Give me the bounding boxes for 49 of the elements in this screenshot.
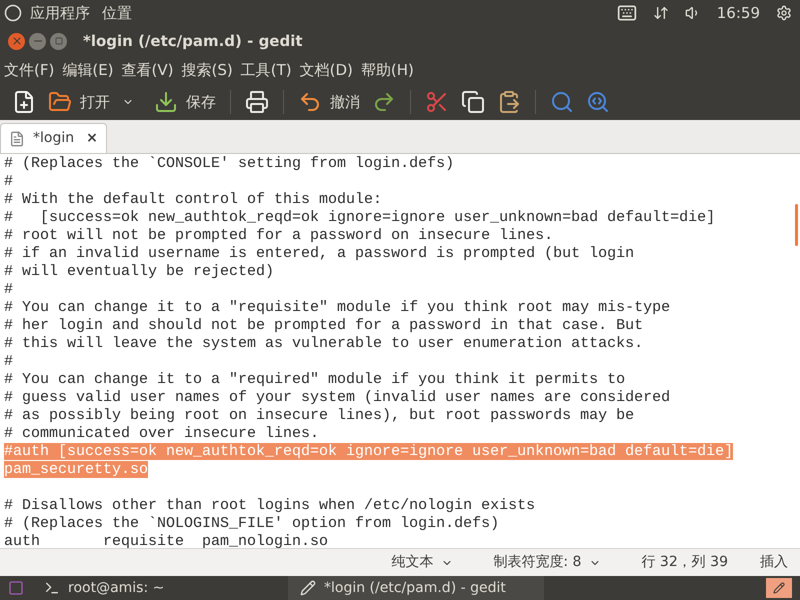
language-dropdown[interactable]: 纯文本	[391, 552, 454, 573]
new-file-icon	[12, 90, 36, 114]
settings-icon[interactable]	[776, 5, 792, 21]
document-tab[interactable]: *login ×	[0, 123, 107, 153]
close-button[interactable]	[8, 32, 25, 50]
workspace-icon[interactable]	[8, 580, 24, 596]
menu-item[interactable]: 帮助(H)	[360, 58, 414, 82]
menu-item[interactable]: 文件(F)	[4, 58, 54, 82]
clock[interactable]: 16:59	[716, 2, 760, 24]
maximize-icon	[54, 37, 62, 45]
scrollbar-thumb[interactable]	[795, 204, 798, 246]
copy-icon	[461, 90, 485, 114]
window-title: *login (/etc/pam.d) - gedit	[83, 30, 303, 52]
menu-item[interactable]: 文档(D)	[300, 58, 353, 82]
paste-icon	[497, 90, 521, 114]
undo-button[interactable]: 撤消	[292, 86, 366, 118]
panel-menu[interactable]: 应用程序	[30, 2, 90, 24]
menu-item[interactable]: 编辑(E)	[62, 58, 114, 82]
save-button[interactable]: 保存	[148, 86, 222, 118]
insert-mode: 插入	[760, 553, 788, 572]
menu-item[interactable]: 查看(V)	[122, 58, 174, 82]
tab-close-button[interactable]: ×	[86, 128, 98, 149]
redo-icon	[372, 90, 396, 114]
scissors-icon	[425, 90, 449, 114]
save-icon	[154, 90, 178, 114]
tab-label: *login	[33, 129, 74, 148]
cursor-position: 行 32，列 39	[641, 553, 728, 572]
keyboard-icon[interactable]	[616, 3, 637, 23]
taskbar-item[interactable]: *login (/etc/pam.d) - gedit	[288, 576, 544, 600]
printer-icon	[245, 90, 269, 114]
tab-width-dropdown[interactable]: 制表符宽度: 8	[493, 552, 602, 573]
taskbar-item[interactable]: root@amis: ~	[32, 576, 288, 600]
terminal-icon	[44, 580, 60, 596]
menu-item[interactable]: 搜索(S)	[182, 58, 233, 82]
maximize-button[interactable]	[50, 32, 67, 50]
replace-icon	[586, 90, 610, 114]
open-button[interactable]: 打开	[42, 86, 116, 118]
folder-icon	[48, 90, 72, 114]
pencil-icon	[773, 582, 785, 594]
close-icon	[10, 35, 22, 47]
editor-icon	[300, 580, 316, 596]
menu-item[interactable]: 工具(T)	[240, 58, 292, 82]
desktop-button[interactable]	[766, 578, 792, 598]
network-icon[interactable]	[652, 5, 669, 21]
panel-menu[interactable]: 位置	[102, 2, 132, 24]
undo-icon	[298, 90, 322, 114]
search-icon	[550, 90, 574, 114]
minimize-button[interactable]	[29, 32, 46, 50]
document-icon	[9, 130, 25, 146]
